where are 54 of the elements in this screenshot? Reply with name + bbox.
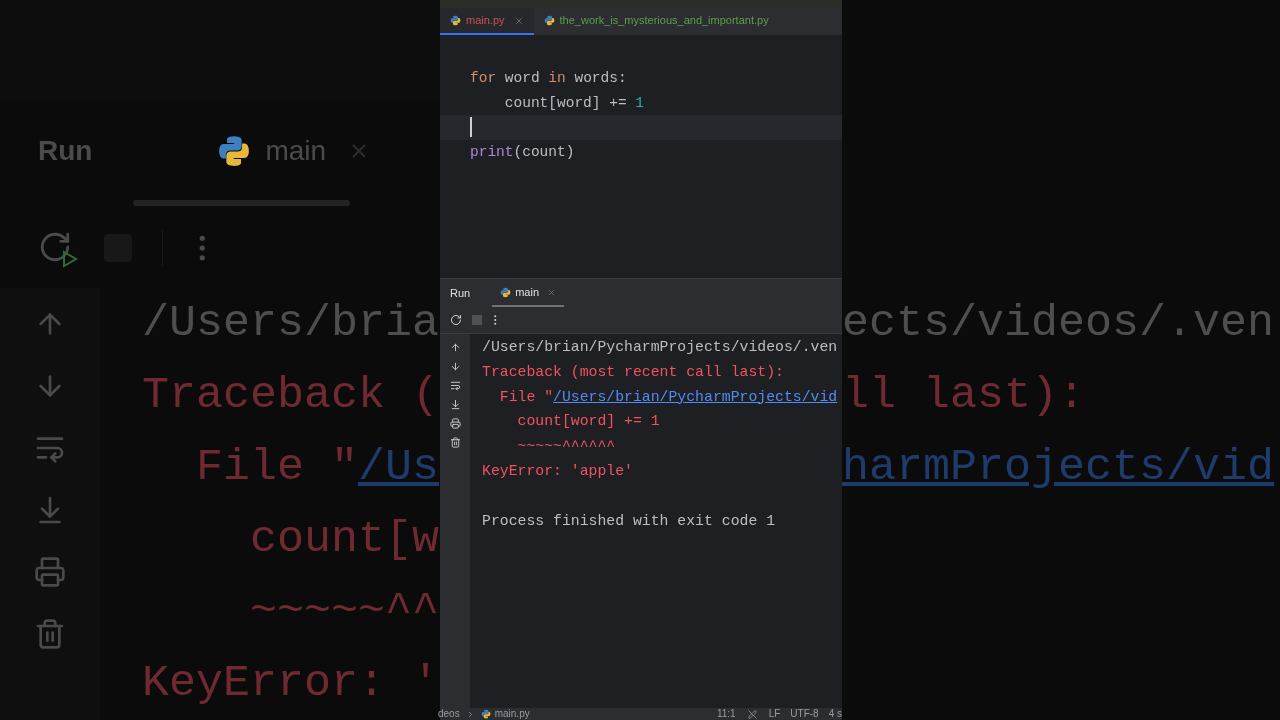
console-text: KeyError: 'apple': [482, 463, 633, 479]
console-text: ects/videos/.ven: [842, 298, 1275, 349]
editor-tab[interactable]: main.py: [440, 8, 534, 35]
console-text: Traceback (most recent call last):: [482, 363, 784, 380]
caret-position[interactable]: 11:1: [716, 708, 736, 720]
python-icon: [217, 134, 252, 168]
console-text: File ": [498, 388, 554, 405]
up-arrow-icon[interactable]: [449, 342, 461, 353]
run-label: Run: [38, 134, 93, 168]
console-text: count[word] += 1: [516, 413, 660, 430]
console-text: File ": [195, 442, 359, 493]
python-icon: [480, 709, 491, 719]
down-arrow-icon[interactable]: [449, 361, 461, 372]
more-icon: [494, 315, 497, 325]
python-icon: [500, 286, 512, 298]
pen-off-icon[interactable]: [747, 709, 757, 719]
print-icon: [34, 556, 66, 588]
tab-label: main: [265, 134, 327, 168]
print-icon[interactable]: [449, 418, 461, 429]
trash-icon: [34, 618, 66, 650]
code-text: in: [548, 69, 566, 88]
console-text: ~~~~~^^: [249, 586, 440, 637]
code-text: count[word] +=: [503, 93, 628, 113]
console-text: /Users/brian/PycharmProjects/videos/.ven: [482, 339, 838, 355]
console-text: KeyError: ': [142, 658, 440, 709]
python-icon: [450, 15, 461, 26]
trash-icon[interactable]: [449, 437, 461, 448]
file-link[interactable]: /Users/brian/PycharmProjects/vid: [553, 388, 838, 405]
panel-title: Run: [449, 285, 472, 301]
editor-tab[interactable]: the_work_is_mysterious_and_important.py: [533, 8, 779, 35]
scroll-end-icon[interactable]: [449, 399, 461, 410]
console-text: Process finished with exit code 1: [482, 512, 776, 529]
indent-setting[interactable]: 4 s: [828, 708, 842, 720]
code-text: words:: [573, 69, 627, 88]
close-icon[interactable]: [513, 15, 524, 26]
breadcrumb[interactable]: main.py: [494, 708, 530, 720]
code-text: for: [470, 69, 497, 88]
console-text: ~~~~~^^^^^^: [516, 438, 616, 455]
breadcrumb[interactable]: deos: [438, 708, 460, 720]
code-text: (count): [513, 142, 575, 162]
console-text: Traceback (: [142, 370, 440, 421]
line-ending[interactable]: LF: [768, 708, 781, 720]
python-icon: [543, 15, 555, 26]
wrap-icon[interactable]: [449, 380, 461, 391]
rerun-icon[interactable]: [450, 314, 462, 326]
encoding[interactable]: UTF-8: [790, 708, 819, 720]
console-text: count[w: [249, 514, 440, 565]
text-cursor: [470, 117, 472, 138]
more-icon: [199, 235, 206, 261]
code-text: word: [503, 69, 541, 88]
code-text: print: [470, 142, 514, 162]
code-text: 1: [635, 93, 645, 113]
console-text: /Users/bria: [142, 298, 440, 349]
console-text: ll last):: [842, 370, 1086, 421]
